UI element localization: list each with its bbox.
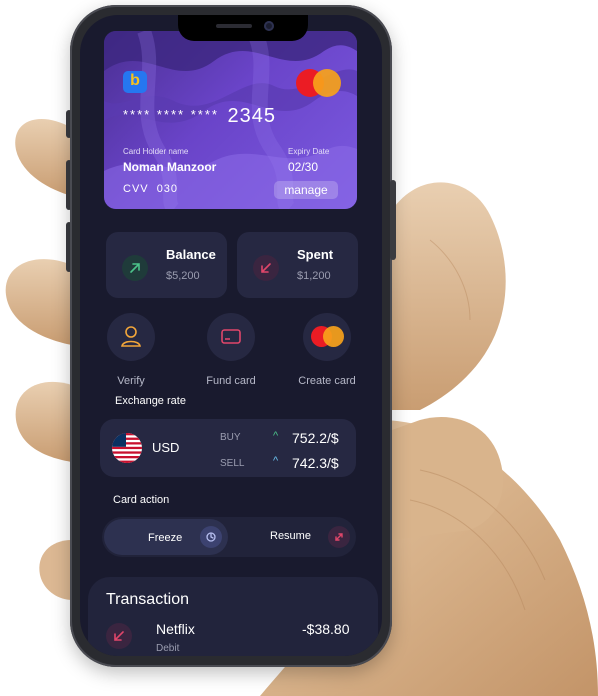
- currency-code: USD: [152, 440, 180, 455]
- card-number-masked: **** **** ****: [123, 107, 219, 122]
- caret-up-icon: ^: [273, 455, 279, 467]
- cvv: CVV 030: [123, 183, 178, 195]
- arrow-down-left-icon: [253, 255, 279, 281]
- phone-screen: b **** **** **** 2345 Card Holder name N…: [80, 15, 382, 656]
- balance-value: $5,200: [166, 270, 200, 282]
- us-flag-icon: [112, 433, 142, 463]
- verify-label: Verify: [117, 375, 145, 387]
- buy-label: BUY: [220, 432, 241, 443]
- user-icon: [107, 313, 155, 361]
- spent-value: $1,200: [297, 270, 331, 282]
- mastercard-icon: [303, 313, 351, 361]
- snowflake-icon: [200, 526, 222, 548]
- buy-rate: 752.2/$: [292, 430, 339, 446]
- balance-tile[interactable]: Balance $5,200: [106, 232, 227, 298]
- transactions-panel: Transaction Netflix Debit -$38.80: [88, 577, 378, 656]
- mastercard-icon: [296, 69, 344, 99]
- cvv-value: 030: [156, 183, 179, 195]
- resume-button[interactable]: Resume: [270, 530, 311, 542]
- spent-tile[interactable]: Spent $1,200: [237, 232, 358, 298]
- transaction-amount: -$38.80: [302, 621, 350, 637]
- freeze-label: Freeze: [148, 532, 183, 544]
- cvv-label: CVV: [123, 183, 149, 195]
- front-camera: [264, 21, 274, 31]
- speaker-grille: [216, 24, 252, 28]
- arrow-up-right-icon: [122, 255, 148, 281]
- arrow-down-left-icon: [106, 623, 132, 649]
- manage-button[interactable]: manage: [274, 181, 338, 199]
- create-card-action[interactable]: Create card: [287, 313, 367, 387]
- create-card-label: Create card: [298, 375, 356, 387]
- card-holder-label: Card Holder name: [123, 147, 189, 156]
- card-number-last4: 2345: [227, 105, 276, 127]
- credit-card[interactable]: b **** **** **** 2345 Card Holder name N…: [104, 31, 357, 209]
- sell-label: SELL: [220, 458, 245, 469]
- card-action-heading: Card action: [113, 494, 170, 506]
- transaction-name[interactable]: Netflix: [156, 621, 195, 637]
- card-number: **** **** **** 2345: [123, 105, 276, 128]
- fund-card-action[interactable]: Fund card: [191, 313, 271, 387]
- card-icon: [207, 313, 255, 361]
- card-action-toggle: Freeze Resume: [102, 517, 356, 557]
- resume-icon[interactable]: [328, 526, 350, 548]
- balance-title: Balance: [166, 247, 216, 262]
- card-holder-name: Noman Manzoor: [123, 160, 217, 174]
- transactions-heading: Transaction: [106, 591, 189, 608]
- expiry-label: Expiry Date: [288, 147, 330, 156]
- sell-rate: 742.3/$: [292, 455, 339, 471]
- phone-power-button: [390, 180, 396, 260]
- exchange-rate-heading: Exchange rate: [115, 395, 186, 407]
- transaction-type: Debit: [156, 643, 180, 654]
- freeze-button[interactable]: Freeze: [104, 519, 228, 555]
- spent-title: Spent: [297, 247, 334, 262]
- phone-notch: [178, 15, 308, 41]
- bank-logo: b: [123, 71, 147, 93]
- expiry-value: 02/30: [288, 160, 319, 174]
- verify-action[interactable]: Verify: [91, 313, 171, 387]
- fund-card-label: Fund card: [206, 375, 256, 387]
- caret-up-icon: ^: [273, 430, 279, 442]
- exchange-rate-panel: USD BUY ^ 752.2/$ SELL ^ 742.3/$: [100, 419, 356, 477]
